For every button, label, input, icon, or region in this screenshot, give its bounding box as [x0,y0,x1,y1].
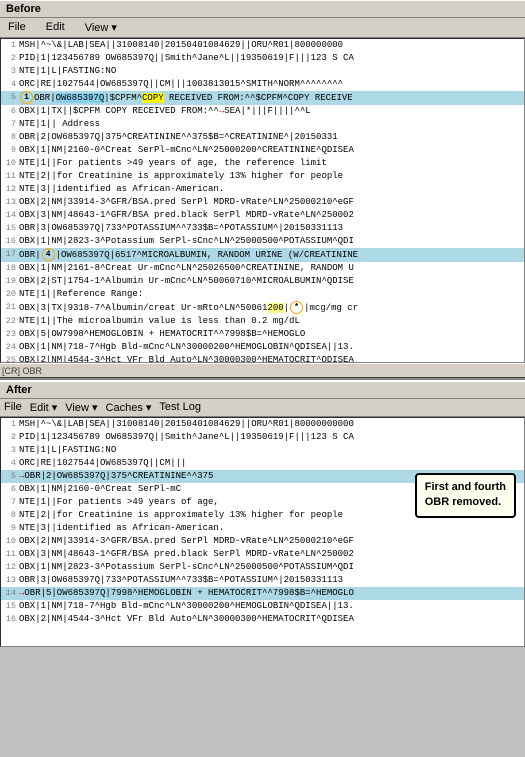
before-section: Before File Edit View ▾ 1 MSH|^~\&|LAB|S… [0,0,525,377]
main-window: Before File Edit View ▾ 1 MSH|^~\&|LAB|S… [0,0,525,647]
after-line-1: 1 MSH|^~\&|LAB|SEA||31008140|20150401084… [1,418,524,431]
after-line-12: 12 OBX|1|NM|2823-3^Potassium SerPl-sCnc^… [1,561,524,574]
after-line-4: 4 ORC|RE|1027544|OW685397Q||CM||| [1,457,524,470]
line-7: 7 NTE|1|| Address [1,118,524,131]
line-3: 3 NTE|1|L|FASTING:NO [1,65,524,78]
line-1: 1 MSH|^~\&|LAB|SEA||31008140|20150401084… [1,39,524,52]
after-line-15: 15 OBX|1|NM|718-7^Hgb Bld-mCnc^LN^300002… [1,600,524,613]
callout-line1: First and fourth [425,481,506,493]
line-22: 22 NTE|1||The microalbumin value is less… [1,315,524,328]
after-line-2: 2 PID|1|123456789 OW685397Q||Smith^Jane^… [1,431,524,444]
line-6: 6 OBX|1|TX||$CPFM COPY RECEIVED FROM:^^→… [1,105,524,118]
menu-file[interactable]: File [4,20,30,35]
before-menubar[interactable]: File Edit View ▾ [0,18,525,38]
line-18: 18 OBX|1|NM|2161-8^Creat Ur-mCnc^LN^2502… [1,262,524,275]
line-11: 11 NTE|2||for Creatinine is approximatel… [1,170,524,183]
after-section: After File Edit ▾ View ▾ Caches ▾ Test L… [0,381,525,647]
after-menu-file[interactable]: File [4,401,22,414]
scrollbar-label: [CR] OBR [2,366,42,376]
after-line-9: 9 NTE|3||identified as African-American. [1,522,524,535]
after-line-16: 16 OBX|2|NM|4544-3^Hct VFr Bld Auto^LN^3… [1,613,524,626]
line-9: 9 OBX|1|NM|2160-0^Creat SerPl-mCnc^LN^25… [1,144,524,157]
line-17: 17 OBR|4|OW685397Q|6517^MICROALBUMIN, RA… [1,248,524,262]
line-5: 5 1OBR|OW685397Q|$CPFM^COPY RECEIVED FRO… [1,91,524,105]
after-label: After [0,381,525,399]
line-13: 13 OBX|2|NM|33914-3^GFR/BSA.pred SerPl M… [1,196,524,209]
after-line-11: 11 OBX|3|NM|48643-1^GFR/BSA pred.black S… [1,548,524,561]
callout-line2: OBR removed. [425,496,501,508]
line-15: 15 OBR|3|OW685397Q|733^POTASSIUM^^733$B=… [1,222,524,235]
line-4: 4 ORC|RE|1027544|OW685397Q||CM|||1003813… [1,78,524,91]
after-line-14: 14 →OBR|5|OW685397Q|7998^HEMOGLOBIN + HE… [1,587,524,600]
line-2: 2 PID|1|123456789 OW685397Q||Smith^Jane^… [1,52,524,65]
line-14: 14 OBX|3|NM|48643-1^GFR/BSA pred.black S… [1,209,524,222]
line-25: 25 OBX|2|NM|4544-3^Hct VFr Bld Auto^LN^3… [1,354,524,363]
after-menu-testlog[interactable]: Test Log [159,401,201,414]
line-23: 23 OBX|5|OW7998^HEMOGLOBIN + HEMATOCRIT^… [1,328,524,341]
after-line-10: 10 OBX|2|NM|33914-3^GFR/BSA.pred SerPl M… [1,535,524,548]
line-16: 16 OBX|1|NM|2823-3^Potassium SerPl-sCnc^… [1,235,524,248]
after-menu-view[interactable]: View ▾ [65,401,97,414]
line-20: 20 NTE|1||Reference Range: [1,288,524,301]
line-19: 19 OBX|2|ST|1754-1^Albumin Ur-mCnc^LN^50… [1,275,524,288]
before-code-area: 1 MSH|^~\&|LAB|SEA||31008140|20150401084… [0,38,525,363]
after-menubar[interactable]: File Edit ▾ View ▾ Caches ▾ Test Log [0,399,525,417]
menu-view[interactable]: View ▾ [81,20,121,35]
circle-1: 1 [20,91,33,104]
callout-box: First and fourth OBR removed. [415,473,516,518]
before-label: Before [0,0,525,18]
line-24: 24 OBX|1|NM|718-7^Hgb Bld-mCnc^LN^300002… [1,341,524,354]
line-21: 21 OBX|3|TX|9318-7^Albumin/creat Ur-mRto… [1,301,524,315]
after-line-3: 3 NTE|1|L|FASTING:NO [1,444,524,457]
after-menu-caches[interactable]: Caches ▾ [106,401,152,414]
line-12: 12 NTE|3||identified as African-American… [1,183,524,196]
circle-star: * [290,301,303,314]
after-code-area: First and fourth OBR removed. 1 MSH|^~\&… [0,417,525,647]
after-menu-edit[interactable]: Edit ▾ [30,401,58,414]
before-scrollbar[interactable]: [CR] OBR [0,363,525,377]
after-line-13: 13 OBR|3|OW685397Q|733^POTASSIUM^^733$B=… [1,574,524,587]
circle-4: 4 [42,248,55,261]
line-10: 10 NTE|1||For patients >49 years of age,… [1,157,524,170]
line-8: 8 OBR|2|OW685397Q|375^CREATININE^^375$B=… [1,131,524,144]
copy-highlight: COPY [142,93,164,103]
menu-edit[interactable]: Edit [42,20,69,35]
